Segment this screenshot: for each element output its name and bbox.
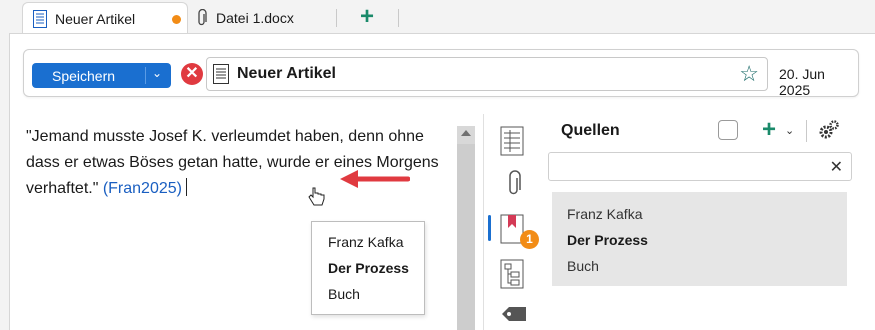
chevron-down-icon[interactable]: ⌄ — [785, 124, 794, 137]
citation[interactable]: (Fran2025) — [103, 180, 182, 197]
panel-divider — [483, 114, 484, 330]
tab-separator — [398, 9, 399, 27]
tab-datei[interactable]: Datei 1.docx — [190, 2, 330, 34]
document-toolbar: Speichern ⌄ ✕ Neuer Artikel ☆ 20. Jun 20… — [23, 49, 859, 98]
sources-heading: Quellen — [561, 122, 620, 139]
source-type: Buch — [567, 258, 599, 274]
document-title-field[interactable]: Neuer Artikel ☆ — [206, 57, 768, 91]
paperclip-icon[interactable] — [506, 170, 522, 198]
outline-icon[interactable] — [500, 259, 524, 289]
source-title: Der Prozess — [567, 232, 648, 248]
document-date: 20. Jun 2025 — [779, 66, 825, 98]
source-list-item[interactable]: Franz Kafka Der Prozess Buch — [552, 192, 847, 286]
add-source-button[interactable]: + — [762, 116, 776, 144]
tag-icon[interactable] — [501, 306, 527, 322]
citation-tooltip: Franz Kafka Der Prozess Buch — [311, 221, 425, 315]
hand-cursor-icon — [308, 187, 325, 206]
save-split-divider — [145, 67, 146, 84]
editor-paragraph[interactable]: "Jemand musste Josef K. verleumdet haben… — [26, 124, 462, 202]
tab-label: Neuer Artikel — [55, 10, 136, 27]
tab-bar: Neuer Artikel Datei 1.docx + — [0, 0, 875, 34]
scroll-up-arrow[interactable] — [461, 130, 471, 136]
tab-separator — [336, 9, 337, 27]
source-author: Franz Kafka — [567, 206, 643, 222]
active-panel-indicator — [488, 215, 491, 241]
gears-icon[interactable] — [818, 120, 840, 140]
star-add-icon[interactable]: ☆ — [739, 62, 759, 86]
main-content: Speichern ⌄ ✕ Neuer Artikel ☆ 20. Jun 20… — [9, 33, 875, 330]
close-icon[interactable]: ✕ — [830, 157, 843, 177]
select-all-checkbox[interactable] — [718, 120, 738, 140]
editor-scrollbar[interactable] — [457, 126, 475, 330]
document-title: Neuer Artikel — [237, 65, 336, 82]
text-caret — [185, 178, 187, 196]
new-tab-button[interactable]: + — [356, 4, 378, 30]
tooltip-title: Der Prozess — [328, 260, 409, 276]
paperclip-icon — [198, 9, 207, 26]
save-label: Speichern — [52, 67, 116, 84]
document-icon — [213, 64, 229, 84]
tab-label: Datei 1.docx — [216, 10, 294, 26]
unsaved-indicator — [172, 15, 181, 24]
tooltip-type: Buch — [328, 286, 360, 302]
toolbar-separator — [806, 120, 807, 142]
sources-count-badge: 1 — [520, 230, 539, 249]
scrollbar-thumb[interactable] — [457, 144, 475, 330]
chevron-down-icon[interactable]: ⌄ — [152, 66, 162, 80]
red-arrow-icon — [340, 170, 410, 188]
table-icon[interactable] — [500, 126, 524, 156]
tooltip-author: Franz Kafka — [328, 234, 404, 250]
sources-search-input[interactable]: ✕ — [548, 152, 852, 181]
tab-neuer-artikel[interactable]: Neuer Artikel — [22, 2, 188, 34]
document-icon — [33, 9, 47, 28]
save-button[interactable]: Speichern ⌄ — [32, 63, 171, 88]
app-window: Neuer Artikel Datei 1.docx + Speichern ⌄… — [0, 0, 875, 330]
close-icon[interactable]: ✕ — [181, 63, 203, 85]
